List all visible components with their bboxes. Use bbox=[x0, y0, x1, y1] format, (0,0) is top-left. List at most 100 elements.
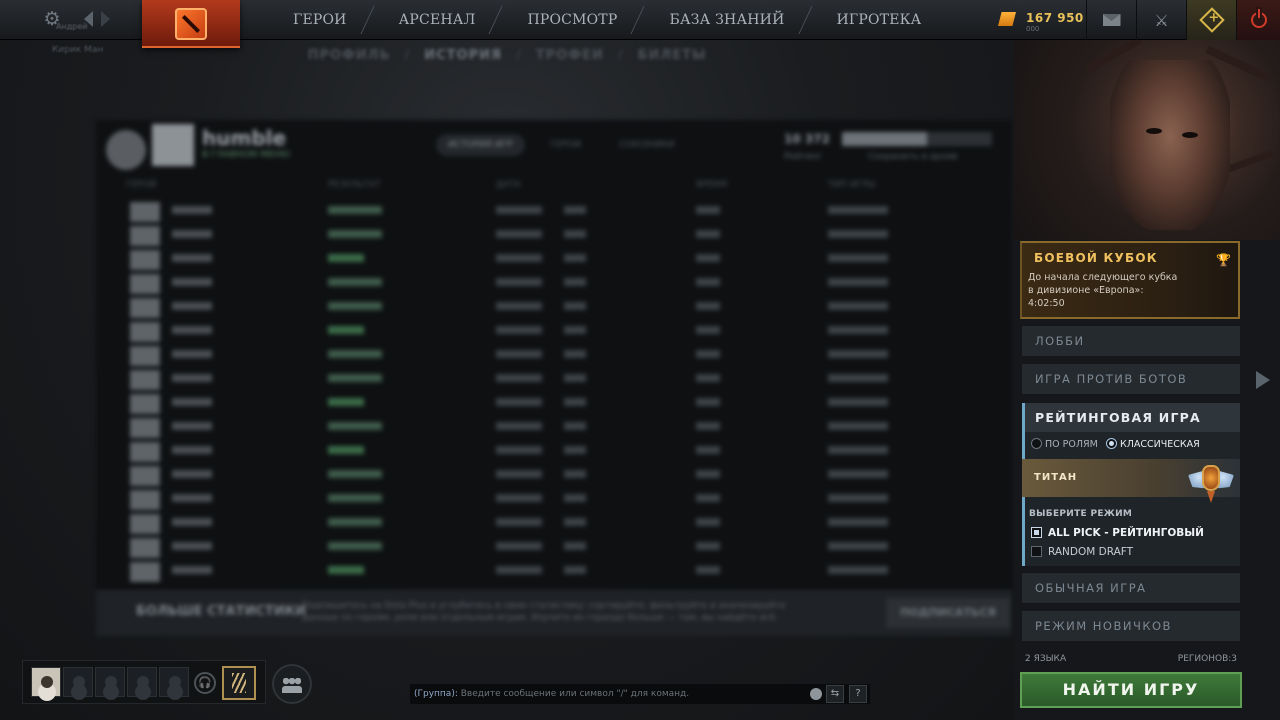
shards-value: 167 950 bbox=[1026, 11, 1084, 25]
match-result: Поражение bbox=[328, 494, 382, 502]
match-time bbox=[564, 422, 586, 430]
match-type bbox=[828, 374, 888, 382]
nav-arcade[interactable]: ИГРОТЕКА bbox=[811, 0, 948, 40]
subnav-tickets[interactable]: БИЛЕТЫ bbox=[638, 48, 707, 70]
hero-portrait bbox=[130, 322, 160, 342]
battle-pass-badge[interactable] bbox=[222, 666, 256, 700]
table-row[interactable]: Magnus Победа bbox=[126, 560, 986, 584]
table-row[interactable]: Spirit Breaker Поражение bbox=[126, 272, 986, 296]
table-row[interactable]: Lion Поражение bbox=[126, 200, 986, 224]
match-date bbox=[496, 542, 542, 550]
match-result: Поражение bbox=[328, 518, 382, 526]
subnav-trophies[interactable]: ТРОФЕИ bbox=[536, 48, 604, 70]
table-row[interactable]: Spirit Breaker Поражение bbox=[126, 344, 986, 368]
chat-channel: (Группа): bbox=[414, 689, 458, 699]
friends-button[interactable] bbox=[272, 664, 312, 704]
dota-plus-button[interactable] bbox=[1186, 0, 1236, 40]
party-slot[interactable] bbox=[159, 667, 189, 697]
play-sidebar: БОЕВОЙ КУБОК 🏆 До начала следующего кубк… bbox=[1014, 40, 1280, 720]
hero-portrait bbox=[130, 514, 160, 534]
find-game-button[interactable]: НАЙТИ ИГРУ bbox=[1020, 672, 1242, 708]
rank-medal-icon bbox=[1188, 457, 1234, 507]
tab-allies[interactable]: СОЮЗНИКИ bbox=[607, 134, 686, 156]
tab-heroes[interactable]: ГЕРОИ bbox=[539, 134, 593, 156]
matchmaking-settings[interactable]: 2 ЯЗЫКА РЕГИОНОВ:3 bbox=[1025, 654, 1237, 664]
match-type bbox=[828, 494, 888, 502]
col-duration[interactable]: ВРЕМЯ bbox=[696, 180, 727, 190]
forward-arrow-icon[interactable] bbox=[101, 11, 110, 27]
trophy-icon: 🏆 bbox=[1216, 253, 1231, 267]
nav-heroes[interactable]: ГЕРОИ bbox=[262, 0, 373, 40]
nav-watch[interactable]: ПРОСМОТР bbox=[501, 0, 643, 40]
power-button[interactable] bbox=[1236, 0, 1280, 40]
match-type bbox=[828, 278, 888, 286]
party-slot-self[interactable] bbox=[31, 667, 61, 697]
nav-knowledge-base[interactable]: БАЗА ЗНАНИЙ bbox=[643, 0, 810, 40]
mail-button[interactable] bbox=[1086, 0, 1136, 40]
table-row[interactable]: Magnus Поражение bbox=[126, 464, 986, 488]
match-result: Победа bbox=[328, 326, 364, 334]
party-slot[interactable] bbox=[95, 667, 125, 697]
profile-status: В ГЛАВНОМ МЕНЮ bbox=[202, 150, 291, 160]
table-row[interactable]: Rubick Поражение bbox=[126, 296, 986, 320]
subnav-history[interactable]: ИСТОРИЯ bbox=[424, 48, 502, 70]
col-hero[interactable]: ГЕРОЙ bbox=[126, 180, 156, 190]
dota-logo-button[interactable] bbox=[142, 0, 240, 48]
subnav-profile[interactable]: ПРОФИЛЬ bbox=[308, 48, 391, 70]
avatar bbox=[152, 124, 194, 166]
nav-armory[interactable]: АРСЕНАЛ bbox=[373, 0, 502, 40]
match-type bbox=[828, 302, 888, 310]
tab-match-history[interactable]: ИСТОРИЯ ИГР bbox=[436, 134, 525, 156]
table-row[interactable]: Magnus Победа bbox=[126, 320, 986, 344]
expand-arrow-icon[interactable] bbox=[1256, 371, 1270, 389]
match-time bbox=[564, 566, 586, 574]
match-duration bbox=[696, 206, 720, 214]
party-slot[interactable] bbox=[127, 667, 157, 697]
col-result[interactable]: РЕЗУЛЬТАТ bbox=[328, 180, 380, 190]
party-slot[interactable] bbox=[63, 667, 93, 697]
table-row[interactable]: Lion Победа bbox=[126, 392, 986, 416]
player-name-hint-2: Кирик Ман bbox=[52, 45, 104, 55]
emoji-icon[interactable] bbox=[810, 688, 822, 700]
table-row[interactable]: Gyrocopter Поражение bbox=[126, 536, 986, 560]
col-date[interactable]: ДАТА bbox=[496, 180, 521, 190]
table-row[interactable]: Muerta Поражение bbox=[126, 368, 986, 392]
match-duration bbox=[696, 518, 720, 526]
battle-cup-card[interactable]: БОЕВОЙ КУБОК 🏆 До начала следующего кубк… bbox=[1020, 241, 1240, 319]
table-row[interactable]: Muerta Победа bbox=[126, 440, 986, 464]
languages-label[interactable]: 2 ЯЗЫКА bbox=[1025, 654, 1066, 664]
mode-ranked[interactable]: РЕЙТИНГОВАЯ ИГРА bbox=[1025, 403, 1240, 432]
shards-sub: 000 bbox=[1026, 25, 1040, 33]
checkbox-all-pick[interactable]: ALL PICK - РЕЙТИНГОВЫЙ bbox=[1031, 526, 1204, 539]
radio-role-queue[interactable]: ПО РОЛЯМ bbox=[1031, 438, 1098, 450]
checkbox-random-draft[interactable]: RANDOM DRAFT bbox=[1031, 545, 1133, 558]
match-date bbox=[496, 206, 542, 214]
radio-classic[interactable]: КЛАССИЧЕСКАЯ bbox=[1106, 438, 1200, 450]
table-row[interactable]: Magnus Поражение bbox=[126, 416, 986, 440]
player-name-hint: Андрей bbox=[56, 22, 88, 31]
profile-name: humble bbox=[202, 126, 287, 150]
hero-portrait bbox=[130, 346, 160, 366]
regions-label[interactable]: РЕГИОНОВ:3 bbox=[1178, 654, 1237, 664]
subscribe-button[interactable]: ПОДПИСАТЬСЯ bbox=[886, 598, 1010, 628]
inventory-button[interactable]: ⚔ bbox=[1136, 0, 1186, 40]
mode-normal[interactable]: ОБЫЧНАЯ ИГРА bbox=[1022, 573, 1240, 603]
armory-icon: ⚔ bbox=[1154, 10, 1169, 30]
table-row[interactable]: Lion Поражение bbox=[126, 488, 986, 512]
table-row[interactable]: Windrunner Победа bbox=[126, 248, 986, 272]
table-row[interactable]: Magnus Поражение bbox=[126, 512, 986, 536]
mode-bots[interactable]: ИГРА ПРОТИВ БОТОВ bbox=[1022, 364, 1240, 394]
mode-lobby[interactable]: ЛОББИ bbox=[1022, 326, 1240, 356]
match-time bbox=[564, 326, 586, 334]
chat-window-icon[interactable]: ⇆ bbox=[826, 685, 844, 703]
mode-newbie[interactable]: РЕЖИМ НОВИЧКОВ bbox=[1022, 611, 1240, 641]
hero-name: Magnus bbox=[172, 566, 212, 574]
table-row[interactable]: Magnus Поражение bbox=[126, 224, 986, 248]
col-type[interactable]: ТИП ИГРЫ bbox=[828, 180, 875, 190]
top-bar: ⚙ Андрей ГЕРОИ АРСЕНАЛ ПРОСМОТР БАЗА ЗНА… bbox=[0, 0, 1280, 48]
shards-currency[interactable] bbox=[998, 10, 1020, 28]
voice-headset-icon[interactable]: 🎧 bbox=[194, 672, 216, 694]
chat-help-button[interactable]: ? bbox=[849, 685, 867, 703]
chat-input[interactable]: (Группа): Введите сообщение или символ "… bbox=[410, 684, 870, 704]
match-type bbox=[828, 398, 888, 406]
